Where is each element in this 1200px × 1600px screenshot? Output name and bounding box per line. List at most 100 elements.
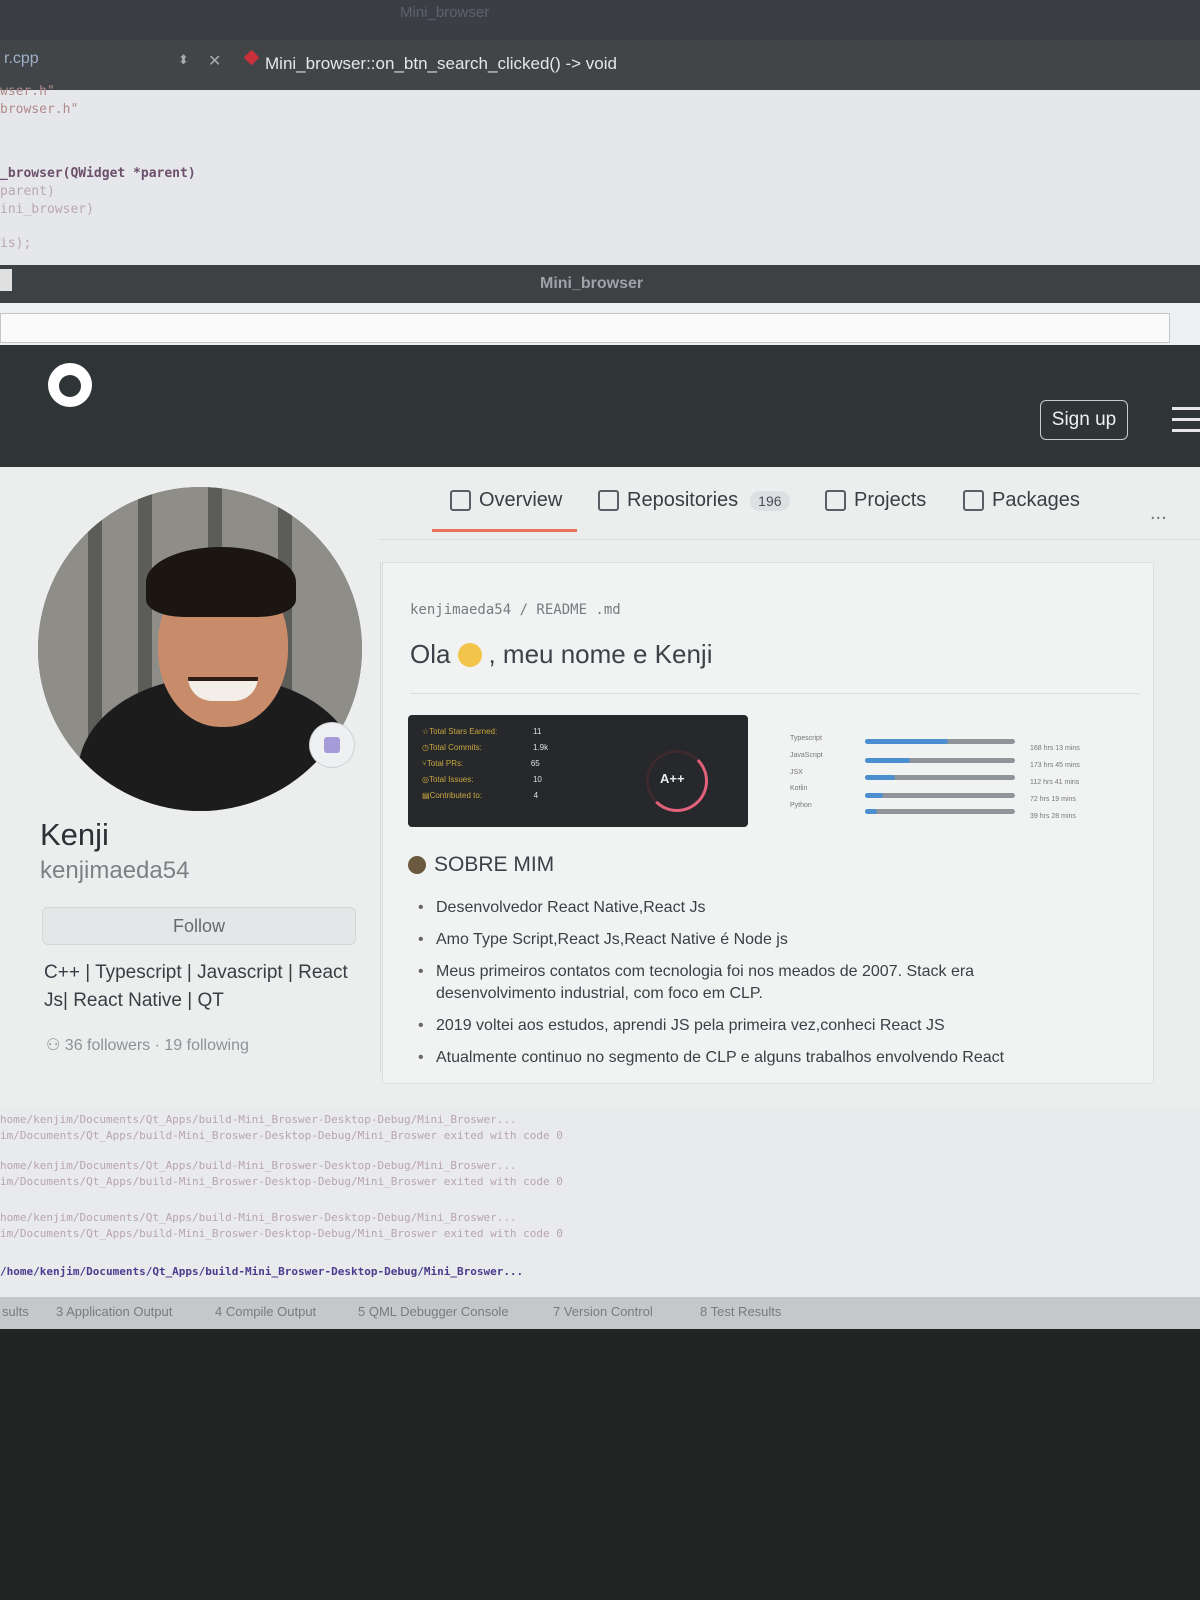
output-line: im/Documents/Qt_Apps/build-Mini_Broswer-… — [0, 1227, 563, 1240]
avatar — [38, 487, 362, 811]
stat-row: ◷ Total Commits: 1.9k — [422, 743, 549, 752]
tab-compile-output[interactable]: 4 Compile Output — [215, 1304, 316, 1319]
github-stats-card: ☆ Total Stars Earned: 11 ◷ Total Commits:… — [408, 715, 748, 827]
tab-label: Projects — [854, 489, 927, 511]
tab-test-results[interactable]: 8 Test Results — [700, 1304, 781, 1319]
code-line: is); — [0, 236, 32, 251]
close-file-icon[interactable]: ✕ — [208, 51, 221, 71]
output-line: home/kenjim/Documents/Qt_Apps/build-Mini… — [0, 1113, 517, 1126]
lang-time: 112 hrs 41 mins — [1030, 779, 1080, 786]
sign-up-button[interactable]: Sign up — [1040, 400, 1128, 440]
tab-projects[interactable]: Projects — [825, 489, 926, 512]
readme-heading: Ola , meu nome e Kenji — [410, 639, 712, 670]
mini-browser-titlebar: Mini_browser — [0, 265, 1200, 303]
address-bar-row — [0, 303, 1200, 345]
stats-grade: A++ — [660, 771, 685, 786]
tab-label: Overview — [479, 489, 563, 511]
repo-count-badge: 196 — [750, 490, 790, 511]
code-line: browser.h" — [0, 102, 79, 117]
monitor-bezel — [0, 1329, 1200, 1600]
output-line: im/Documents/Qt_Apps/build-Mini_Broswer-… — [0, 1129, 563, 1142]
code-editor[interactable]: wser.h" browser.h" _browser(QWidget *par… — [0, 84, 1200, 265]
active-tab-indicator — [432, 529, 577, 532]
lang-fill — [865, 775, 895, 780]
stat-row: ⑂ Total PRs: 65 — [422, 759, 540, 768]
package-icon — [963, 490, 984, 511]
followers-text: 36 followers · 19 following — [64, 1037, 249, 1054]
tab-search-results[interactable]: sults — [2, 1304, 29, 1319]
open-file-selector[interactable]: r.cpp — [4, 50, 39, 68]
lang-time: 72 hrs 19 mins — [1030, 796, 1076, 803]
output-line: home/kenjim/Documents/Qt_Apps/build-Mini… — [0, 1211, 517, 1224]
tab-version-control[interactable]: 7 Version Control — [553, 1304, 653, 1319]
code-line: parent) — [0, 184, 55, 199]
tab-application-output[interactable]: 3 Application Output — [56, 1304, 172, 1319]
heading-rule — [410, 693, 1140, 694]
followers-link[interactable]: ⚇ 36 followers · 19 following — [46, 1035, 249, 1055]
output-line: im/Documents/Qt_Apps/build-Mini_Broswer-… — [0, 1175, 563, 1188]
lang-track — [865, 739, 1015, 744]
lang-time: 173 hrs 45 mins — [1030, 762, 1080, 769]
clock-icon: ◷ — [422, 743, 429, 752]
list-item: Amo Type Script,React Js,React Native é … — [418, 929, 1058, 951]
lang-name: JSX — [790, 769, 803, 776]
tab-label: Repositories — [627, 489, 739, 511]
output-line: /home/kenjim/Documents/Qt_Apps/build-Min… — [0, 1265, 524, 1278]
code-line: wser.h" — [0, 84, 55, 99]
tabs-divider — [380, 539, 1200, 540]
about-list: Desenvolvedor React Native,React Js Amo … — [418, 897, 1058, 1079]
profile-bio: C++ | Typescript | Javascript | React Js… — [44, 962, 348, 1011]
function-selector[interactable]: Mini_browser::on_btn_search_clicked() ->… — [265, 54, 617, 74]
follow-button[interactable]: Follow — [42, 907, 356, 945]
address-input[interactable] — [0, 313, 1170, 343]
repo-icon — [598, 490, 619, 511]
qt-window-title: Mini_browser — [400, 4, 490, 21]
lang-fill — [865, 758, 910, 763]
book-icon — [450, 490, 471, 511]
function-symbol-icon — [243, 49, 260, 66]
issue-icon: ◎ — [422, 775, 429, 784]
file-switch-icon[interactable]: ⬍ — [178, 52, 189, 68]
face-emoji-icon — [408, 856, 426, 874]
readme-path-link[interactable]: kenjimaeda54 / README .md — [410, 602, 621, 618]
people-icon: ⚇ — [46, 1037, 65, 1054]
list-item: Atualmente continuo no segmento de CLP e… — [418, 1047, 1058, 1069]
application-output-pane[interactable]: home/kenjim/Documents/Qt_Apps/build-Mini… — [0, 1107, 1200, 1297]
lang-fill — [865, 809, 877, 814]
lang-name: Typescript — [790, 735, 822, 742]
profile-name: Kenji — [40, 817, 109, 852]
github-logo-icon[interactable] — [48, 363, 92, 407]
stat-row: ◎ Total Issues: 10 — [422, 775, 542, 784]
repo-small-icon: ▤ — [422, 791, 430, 800]
status-badge[interactable] — [310, 723, 354, 767]
list-item: Desenvolvedor React Native,React Js — [418, 897, 1058, 919]
tab-label: Packages — [992, 489, 1080, 511]
lang-track — [865, 809, 1015, 814]
tab-overview[interactable]: Overview — [450, 489, 562, 512]
tab-repositories[interactable]: Repositories 196 — [598, 489, 790, 512]
qt-window-titlebar: Mini_browser — [0, 0, 1200, 40]
tab-qml-debugger-console[interactable]: 5 QML Debugger Console — [358, 1304, 509, 1319]
lang-fill — [865, 739, 948, 744]
layout-divider — [380, 562, 381, 1072]
mini-browser-title: Mini_browser — [540, 275, 644, 292]
waving-hand-icon — [458, 642, 483, 667]
stat-row: ☆ Total Stars Earned: 11 — [422, 727, 542, 736]
editor-toolbar: r.cpp ⬍ ✕ Mini_browser::on_btn_search_cl… — [0, 40, 1200, 90]
table-icon — [825, 490, 846, 511]
output-line: home/kenjim/Documents/Qt_Apps/build-Mini… — [0, 1159, 517, 1172]
about-heading: SOBRE MIM — [408, 853, 554, 877]
lang-name: Kotlin — [790, 785, 808, 792]
lang-track — [865, 793, 1015, 798]
list-item: Meus primeiros contatos com tecnologia f… — [418, 961, 1058, 1005]
hamburger-menu-icon[interactable] — [1172, 407, 1200, 435]
tabs-overflow-button[interactable]: ... — [1150, 502, 1167, 525]
code-line: _browser(QWidget *parent) — [0, 166, 196, 181]
status-emoji-icon — [324, 737, 340, 753]
star-icon: ☆ — [422, 727, 430, 736]
lang-fill — [865, 793, 883, 798]
output-tabs-bar: sults 3 Application Output 4 Compile Out… — [0, 1297, 1200, 1329]
lang-track — [865, 758, 1015, 763]
github-profile-page: Kenji kenjimaeda54 Follow C++ | Typescri… — [0, 467, 1200, 1107]
tab-packages[interactable]: Packages — [963, 489, 1080, 512]
